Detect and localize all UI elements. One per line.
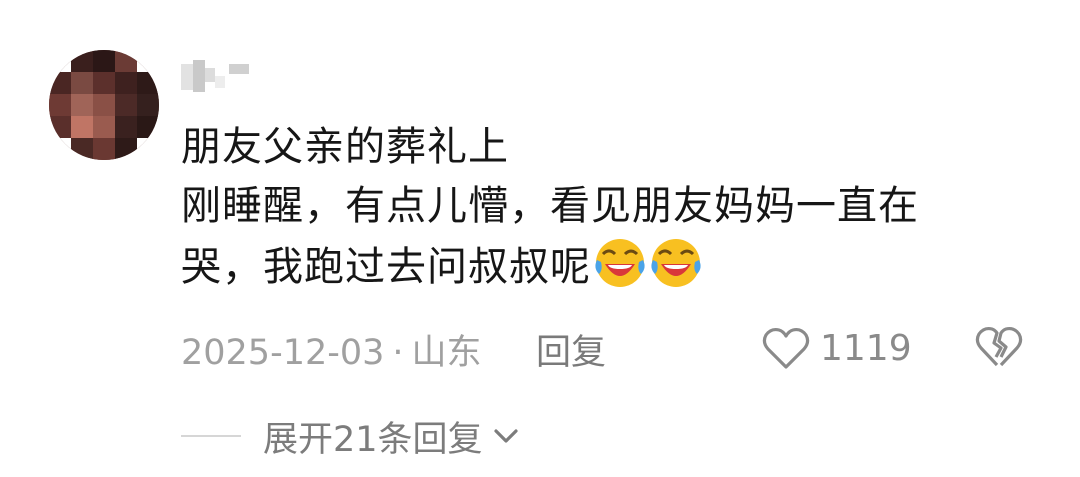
username-redacted[interactable]: [181, 58, 261, 94]
heart-outline-icon: [762, 327, 810, 369]
meta-separator: ·: [392, 333, 404, 373]
comment-location: 山东: [411, 333, 482, 373]
dislike-button[interactable]: [975, 324, 1023, 370]
comment-line-1: 朋友父亲的葬礼上: [181, 124, 509, 170]
divider: [181, 435, 241, 437]
like-button[interactable]: 1119: [762, 322, 912, 374]
broken-heart-icon: [975, 326, 1023, 367]
comment-line-2: 刚睡醒，有点儿懵，看见朋友妈妈一直在: [181, 183, 919, 229]
comment-date: 2025-12-03: [181, 333, 385, 373]
expand-replies-label: 展开21条回复: [263, 419, 483, 460]
comment-text: 朋友父亲的葬礼上 刚睡醒，有点儿懵，看见朋友妈妈一直在 哭，我跑过去问叔叔呢: [181, 118, 1041, 297]
comment-line-3: 哭，我跑过去问叔叔呢: [181, 236, 1041, 297]
expand-replies-button[interactable]: 展开21条回复: [181, 413, 523, 460]
avatar[interactable]: [49, 50, 159, 160]
avatar-mosaic: [49, 50, 159, 160]
laughing-crying-emoji: [595, 239, 645, 287]
like-count: 1119: [820, 327, 912, 369]
laughing-crying-emoji: [651, 239, 701, 287]
comment-meta: 2025-12-03 · 山东: [181, 324, 482, 373]
chevron-down-icon: [493, 429, 518, 443]
comment-line-3-text: 哭，我跑过去问叔叔呢: [181, 244, 591, 290]
reply-button[interactable]: 回复: [536, 324, 606, 375]
